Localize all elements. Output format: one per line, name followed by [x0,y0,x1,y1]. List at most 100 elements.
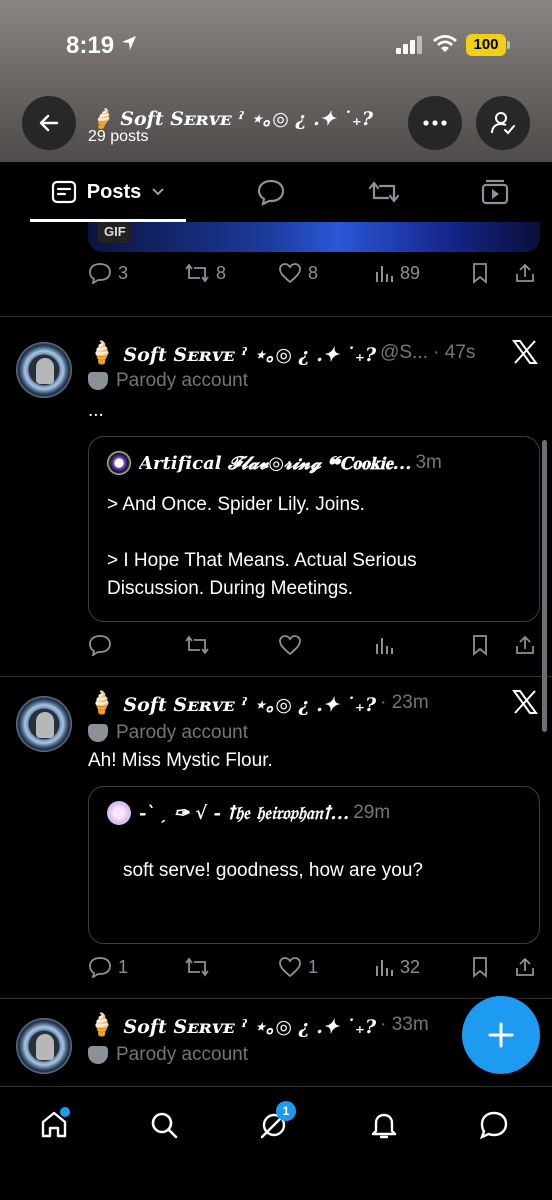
x-logo-icon [512,690,538,714]
reply-button[interactable] [88,634,112,656]
location-arrow-icon [122,36,136,50]
repost-count: 8 [216,262,227,283]
quoted-post[interactable]: 𝑨𝒓𝒕𝒊𝒇𝒊𝒄𝒂𝒍 𝓕𝓵𝓪𝓿◎𝓻𝓲𝓷𝓰 ❝𝐂𝐨𝐨𝐤𝐢𝐞... 3m > And … [88,436,540,622]
quoted-post[interactable]: -ˋ ˏ ✑ √ - ꝉ𝔥𝔢 𝔥𝔢𝔦𝔯𝔬𝔭𝔥𝔞𝔫ꝉ... 29m soft se… [88,786,540,944]
profile-header: 8:19 100 🍦 𝑺𝒐𝒇𝒕 Sᴇʀᴠᴇ ˀ ⋆｡◎ ¿ .✦ ˙₊? 29 … [0,0,552,162]
like-button[interactable]: 8 [278,262,318,284]
profile-name: 🍦 𝑺𝒐𝒇𝒕 Sᴇʀᴠᴇ ˀ ⋆｡◎ ¿ .✦ ˙₊? [90,108,373,130]
reply-icon [89,957,111,978]
heart-icon [279,635,301,656]
quote-header: -ˋ ˏ ✑ √ - ꝉ𝔥𝔢 𝔥𝔢𝔦𝔯𝔬𝔭𝔥𝔞𝔫ꝉ... 29m [107,801,527,825]
media-tab-icon[interactable] [480,178,510,206]
quote-text-line: soft serve! goodness, how are you? [123,860,423,881]
replies-tab-icon[interactable] [256,178,286,206]
quote-time: 29m [353,802,391,823]
profile-tabs: Posts [0,162,552,222]
avatar[interactable] [16,342,72,398]
like-button[interactable]: 1 [278,956,318,978]
quote-author-name: 𝑨𝒓𝒕𝒊𝒇𝒊𝒄𝒂𝒍 𝓕𝓵𝓪𝓿◎𝓻𝓲𝓷𝓰 ❝𝐂𝐨𝐨𝐤𝐢𝐞... [139,452,412,474]
parody-mask-icon [88,372,108,390]
more-dots-icon [423,120,447,126]
views-button[interactable]: 32 [374,956,420,978]
x-logo-icon [512,340,538,364]
post-actions [88,634,540,664]
parody-label: Parody account [88,1042,248,1068]
bookmark-icon[interactable] [470,634,490,656]
notification-badge: 1 [276,1101,296,1121]
avatar[interactable] [16,1018,72,1074]
author-name[interactable]: 𝑺𝒐𝒇𝒕 Sᴇʀᴠᴇ ˀ ⋆｡◎ ¿ .✦ ˙₊? [123,1012,376,1039]
reply-count: 3 [118,262,129,283]
author-name[interactable]: 𝑺𝒐𝒇𝒕 Sᴇʀᴠᴇ ˀ ⋆｡◎ ¿ .✦ ˙₊? [123,690,376,717]
reposts-tab-icon[interactable] [368,178,400,206]
nav-notifications[interactable] [364,1105,404,1145]
avatar[interactable] [16,696,72,752]
bell-icon [371,1113,397,1139]
tab-posts[interactable]: Posts [30,162,186,222]
plus-icon [488,1022,514,1048]
back-arrow-icon [39,114,59,132]
chevron-down-icon [152,188,164,196]
tab-posts-label: Posts [86,180,142,203]
share-icon[interactable] [514,634,536,656]
views-icon [376,638,393,654]
share-icon[interactable] [514,956,536,978]
bookmark-icon[interactable] [470,262,490,284]
post-divider [0,676,552,677]
nav-grok[interactable]: 1 [254,1101,296,1145]
reply-button[interactable]: 3 [88,262,128,284]
quote-avatar [107,451,131,475]
battery-indicator: 100 [466,34,506,56]
heart-icon [279,957,301,978]
ice-cream-icon: 🍦 [88,1012,116,1038]
heart-icon [279,263,301,284]
bookmark-icon[interactable] [470,956,490,978]
parody-text: Parody account [116,722,249,743]
parody-mask-icon [88,724,108,742]
back-button[interactable] [22,96,76,150]
quote-time: 3m [415,452,442,473]
post-header: 🍦 𝑺𝒐𝒇𝒕 Sᴇʀᴠᴇ ˀ ⋆｡◎ ¿ .✦ ˙₊? · 33m [88,1010,429,1040]
nav-home[interactable] [34,1105,74,1145]
nav-messages[interactable] [474,1105,514,1145]
repost-icon [185,957,209,977]
views-button[interactable] [374,634,394,656]
post-time: · 33m [380,1014,429,1035]
post-actions: 3 8 8 89 [88,262,540,292]
bottom-navigation: 1 [0,1086,552,1200]
repost-button[interactable] [184,634,210,656]
parody-text: Parody account [116,370,249,391]
ice-cream-icon: 🍦 [88,340,116,366]
status-time: 8:19 [66,32,115,59]
scrollbar[interactable] [542,440,547,732]
post-text: Ah! Miss Mystic Flour. [88,750,273,771]
more-options-button[interactable] [408,96,462,150]
gif-badge: GIF [98,222,132,243]
repost-button[interactable]: 8 [184,262,226,284]
post-divider [0,998,552,999]
like-button[interactable] [278,634,302,656]
post-time: · 23m [380,692,429,713]
search-icon [151,1112,178,1139]
share-icon[interactable] [514,262,536,284]
reply-count: 1 [118,956,129,977]
reply-icon [89,263,111,284]
repost-button[interactable] [184,956,210,978]
compose-post-button[interactable] [462,996,540,1074]
post-feed[interactable]: GIF 3 8 8 89 🍦 𝑺𝒐𝒇𝒕 Sᴇʀᴠᴇ ˀ ⋆｡◎ ¿ .✦ ˙₊?… [0,222,552,1086]
gif-media[interactable]: GIF [88,222,540,252]
view-count: 89 [400,262,421,283]
post-divider [0,316,552,317]
handle-time: @S... · 47s [380,342,476,363]
author-name[interactable]: 𝑺𝒐𝒇𝒕 Sᴇʀᴠᴇ ˀ ⋆｡◎ ¿ .✦ ˙₊? [123,340,376,367]
views-icon [376,266,393,282]
views-button[interactable]: 89 [374,262,420,284]
parody-mask-icon [88,1046,108,1064]
like-count: 1 [308,956,319,977]
nav-search[interactable] [144,1105,184,1145]
following-button[interactable] [476,96,530,150]
like-count: 8 [308,262,319,283]
status-bar: 8:19 100 [0,0,552,92]
reply-button[interactable]: 1 [88,956,128,978]
wifi-icon [433,35,457,52]
